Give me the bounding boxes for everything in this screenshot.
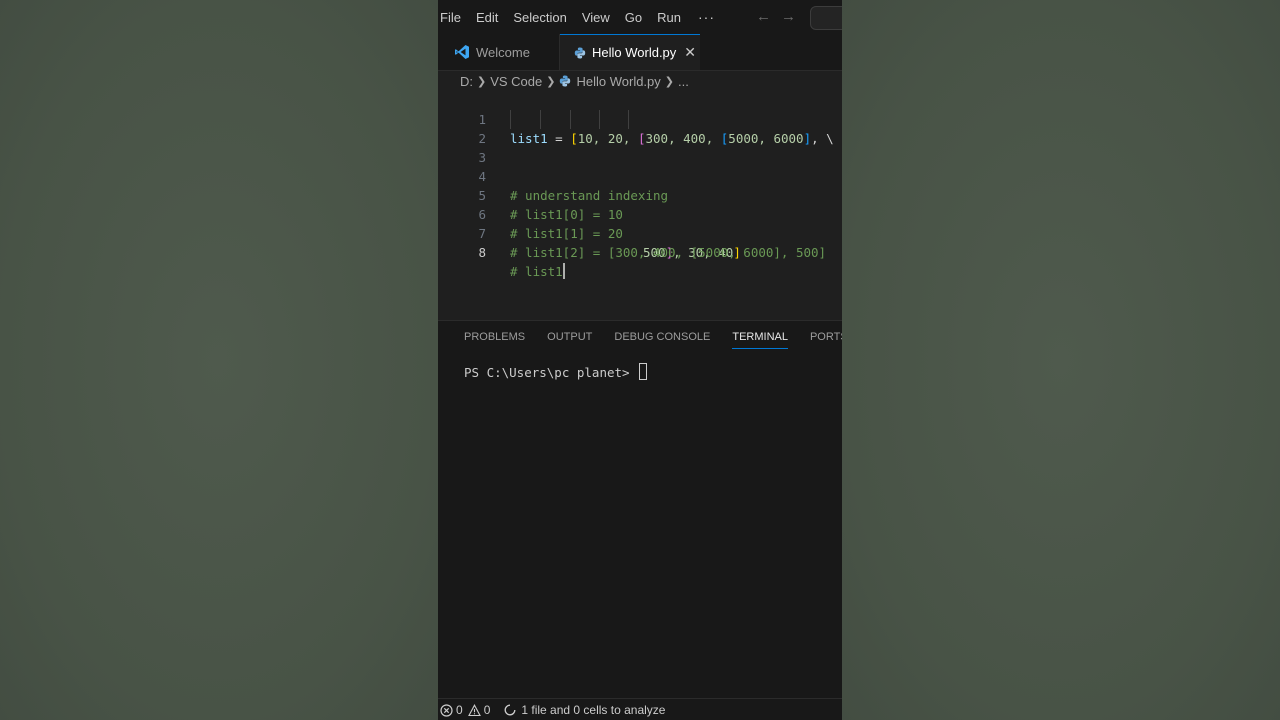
python-icon: [559, 75, 571, 87]
panel-tabs: PROBLEMS OUTPUT DEBUG CONSOLE TERMINAL P…: [464, 331, 842, 349]
tab-welcome-label: Welcome: [476, 44, 530, 60]
text-cursor: [562, 263, 565, 279]
warning-count: 0: [483, 703, 491, 717]
menu-view[interactable]: View: [582, 10, 610, 25]
menu-run[interactable]: Run: [657, 10, 681, 25]
bottom-panel: PROBLEMS OUTPUT DEBUG CONSOLE TERMINAL P…: [438, 320, 842, 699]
indent-guide: [540, 110, 541, 129]
chevron-right-icon: ❯: [477, 75, 487, 88]
command-center-box[interactable]: [810, 6, 842, 30]
chevron-right-icon: ❯: [546, 75, 556, 88]
indent-guide: [628, 110, 629, 129]
tab-hello-world-label: Hello World.py: [592, 45, 677, 60]
code-text: # list1: [510, 262, 565, 281]
tab-welcome[interactable]: Welcome: [438, 34, 560, 70]
left-backdrop: [0, 0, 438, 720]
code-editor[interactable]: 1 list1 = [10, 20, [300, 400, [5000, 600…: [438, 90, 842, 318]
analysis-text: 1 file and 0 cells to analyze: [521, 703, 666, 717]
menu-selection[interactable]: Selection: [513, 10, 566, 25]
close-tab-icon[interactable]: ✕: [684, 44, 696, 61]
chevron-right-icon: ❯: [664, 75, 674, 88]
indent-guide: [599, 110, 600, 129]
menu-go[interactable]: Go: [625, 10, 642, 25]
tab-debug-console[interactable]: DEBUG CONSOLE: [614, 331, 710, 349]
breadcrumb: D: ❯ VS Code ❯ Hello World.py ❯ ...: [460, 72, 689, 90]
vscode-window: File Edit Selection View Go Run ··· ← → …: [438, 0, 842, 720]
right-backdrop: [842, 0, 1280, 720]
menu-file[interactable]: File: [440, 10, 461, 25]
tab-hello-world[interactable]: Hello World.py ✕: [560, 34, 700, 70]
indent-guide: [570, 110, 571, 129]
code-comment: # list1: [510, 264, 563, 279]
python-icon: [574, 47, 586, 59]
code-comment: # list1[2] = [300, 400, [5000, 6000], 50…: [510, 245, 827, 260]
vscode-logo-icon: [454, 44, 470, 60]
code-line: 3: [438, 129, 842, 165]
more-menu-icon[interactable]: ···: [698, 9, 715, 25]
breadcrumb-drive[interactable]: D:: [460, 74, 473, 89]
code-line: 6 # list1[1] = 20: [438, 186, 842, 241]
tab-terminal[interactable]: TERMINAL: [732, 331, 788, 349]
code-line: 7 # list1[2] = [300, 400, [5000, 6000], …: [438, 205, 842, 260]
problems-status[interactable]: 0 0: [440, 703, 490, 717]
menu-bar: File Edit Selection View Go Run ··· ← →: [438, 0, 842, 34]
status-bar: 0 0 1 file and 0 cells to analyze: [438, 698, 842, 720]
error-count: 0: [456, 703, 463, 717]
code-line: 4 # understand indexing: [438, 148, 842, 203]
indent-guide: [510, 110, 511, 129]
warning-icon: [467, 703, 481, 717]
back-arrow-icon[interactable]: ←: [756, 8, 771, 25]
terminal-prompt: PS C:\Users\pc planet>: [464, 365, 638, 380]
error-icon: [440, 703, 453, 717]
breadcrumb-file[interactable]: Hello World.py: [576, 74, 660, 89]
navigation-arrows: ← →: [756, 8, 796, 25]
menu-edit[interactable]: Edit: [476, 10, 498, 25]
tab-output[interactable]: OUTPUT: [547, 331, 592, 349]
breadcrumb-folder[interactable]: VS Code: [490, 74, 542, 89]
code-line: 5 # list1[0] = 10: [438, 167, 842, 222]
line-number: 8: [478, 245, 486, 260]
code-line-active: 8 # list1: [438, 224, 842, 279]
analysis-status[interactable]: 1 file and 0 cells to analyze: [504, 703, 665, 717]
code-line: 1 list1 = [10, 20, [300, 400, [5000, 600…: [438, 91, 842, 146]
tab-bar: Welcome Hello World.py ✕: [438, 34, 842, 71]
tab-ports[interactable]: PORTS: [810, 331, 842, 349]
terminal-prompt-line[interactable]: PS C:\Users\pc planet>: [464, 363, 648, 380]
code-line: 2 500], 30, 40]: [438, 110, 842, 260]
forward-arrow-icon[interactable]: →: [781, 8, 796, 25]
terminal-cursor: [639, 363, 648, 380]
breadcrumb-symbols[interactable]: ...: [678, 74, 689, 89]
tab-problems[interactable]: PROBLEMS: [464, 331, 525, 349]
loading-spinner-icon: [504, 704, 516, 716]
